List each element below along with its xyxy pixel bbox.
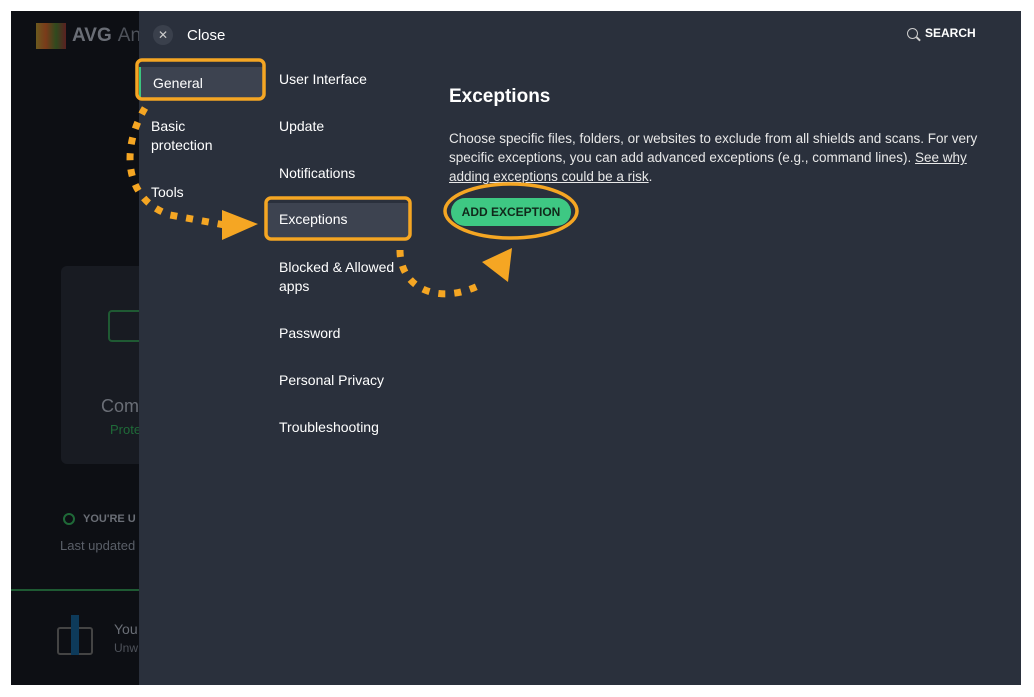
category-tools[interactable]: Tools <box>139 183 264 202</box>
gift-icon <box>57 615 93 655</box>
search-icon <box>907 27 918 39</box>
description: Choose specific files, folders, or websi… <box>449 129 979 186</box>
category-general[interactable]: General <box>139 67 264 99</box>
close-button[interactable]: ✕ Close <box>153 25 225 45</box>
sub-notifications[interactable]: Notifications <box>279 164 419 183</box>
divider <box>11 589 151 591</box>
card-title: Com <box>101 396 140 416</box>
page-title: Exceptions <box>449 86 551 107</box>
sub-user-interface[interactable]: User Interface <box>279 70 419 89</box>
sub-troubleshooting[interactable]: Troubleshooting <box>279 418 419 437</box>
update-status-text: YOU'RE U <box>83 513 136 525</box>
logo-text: AVG <box>72 25 112 46</box>
sub-password[interactable]: Password <box>279 324 419 343</box>
sub-update[interactable]: Update <box>279 117 419 136</box>
link-suffix: . <box>648 169 653 184</box>
sub-personal-privacy[interactable]: Personal Privacy <box>279 371 419 390</box>
last-updated: Last updated <box>60 538 136 553</box>
add-exception-button[interactable]: ADD EXCEPTION <box>451 198 571 226</box>
avg-logo: AVG Ant <box>36 23 146 49</box>
settings-panel: ✕ Close SEARCH General Basic protection T… <box>139 11 1021 685</box>
search-button[interactable]: SEARCH <box>907 26 976 40</box>
search-label: SEARCH <box>925 26 976 40</box>
card-status: Prote <box>110 422 142 437</box>
app-window: AVG Ant Com Prote YOU'RE U Last updated Yo… <box>11 11 1021 685</box>
promo-subtitle: Unw <box>114 641 139 655</box>
update-status: YOU'RE U <box>63 513 136 525</box>
description-text: Choose specific files, folders, or websi… <box>449 131 978 165</box>
avg-logo-mark <box>36 23 66 49</box>
close-label: Close <box>187 26 226 44</box>
refresh-icon <box>63 513 75 525</box>
sub-blocked-allowed-apps[interactable]: Blocked & Allowed apps <box>279 258 404 296</box>
close-icon: ✕ <box>153 25 173 45</box>
promo-title: You <box>114 621 138 637</box>
category-basic-protection[interactable]: Basic protection <box>139 117 249 155</box>
sub-exceptions[interactable]: Exceptions <box>266 203 411 237</box>
